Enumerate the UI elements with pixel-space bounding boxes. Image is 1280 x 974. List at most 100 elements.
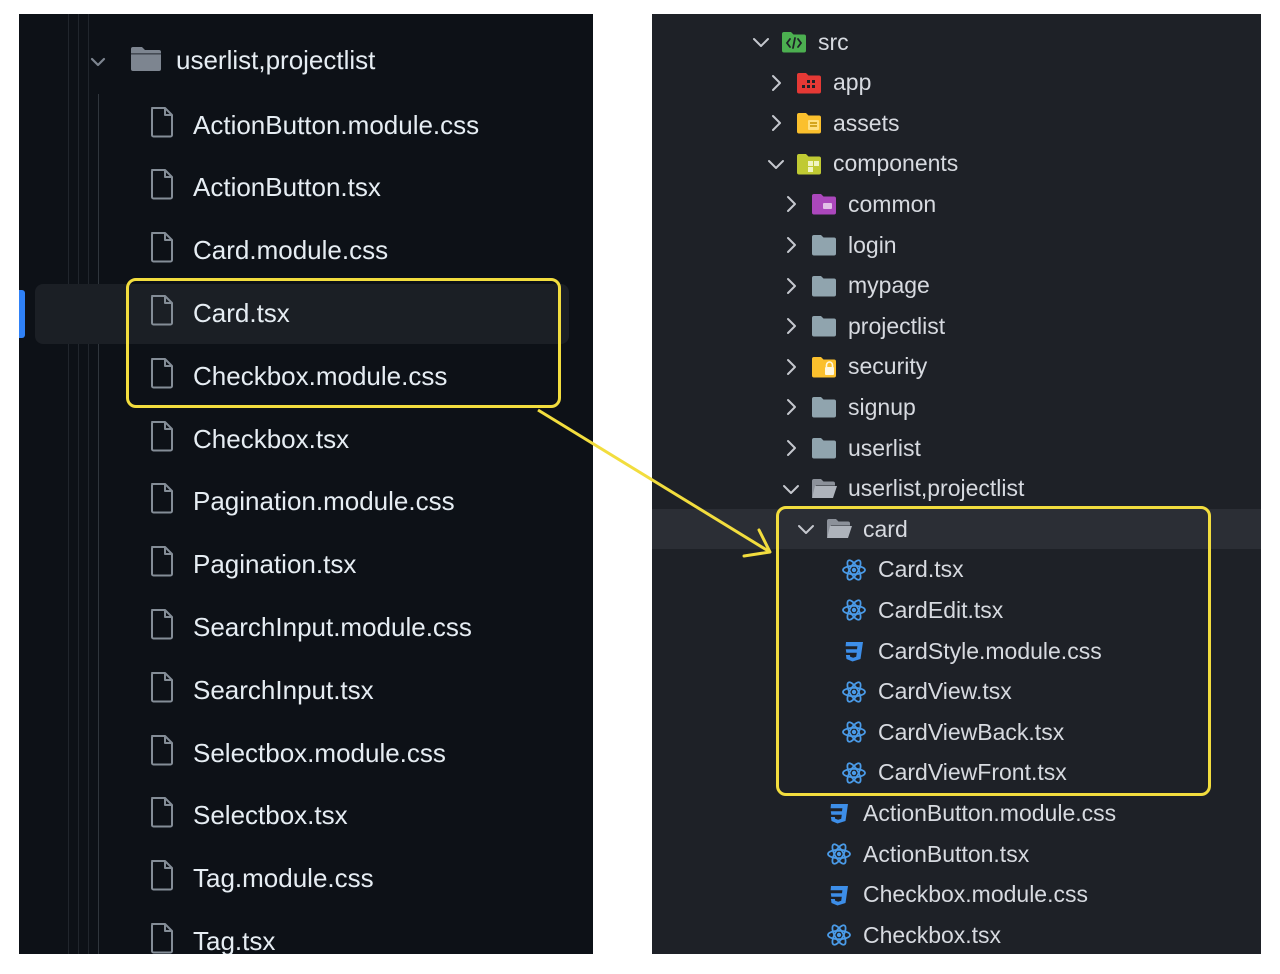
item-label: security [848,353,928,380]
file-icon [149,671,175,710]
folder-icon [810,436,838,460]
item-label: userlist [848,434,921,461]
file-label: SearchInput.module.css [193,611,472,642]
folder-row-src[interactable]: src [750,22,849,62]
assets-folder-icon [795,111,823,135]
file-label: Selectbox.tsx [193,800,348,831]
right-highlight-box [776,506,1211,796]
item-label: login [848,231,897,258]
components-folder-icon [795,152,823,176]
chevron-right-icon[interactable] [780,315,802,337]
folder-row-projectlist[interactable]: projectlist [780,306,945,346]
file-icon [149,420,175,459]
react-icon [825,842,853,866]
item-label: components [833,150,959,177]
file-row[interactable]: Pagination.module.css [149,477,455,527]
folder-row-userlist-projectlist[interactable]: userlist,projectlist [780,469,1024,509]
folder-row-security[interactable]: security [780,347,927,387]
chevron-down-icon[interactable] [765,153,787,175]
file-icon [149,734,175,773]
file-label: Pagination.tsx [193,549,357,580]
file-row[interactable]: ActionButton.tsx [825,834,1029,874]
file-label: Tag.tsx [193,925,276,954]
file-icon [149,859,175,898]
chevron-right-icon[interactable] [780,396,802,418]
open-folder-icon [810,477,838,501]
file-row[interactable]: Checkbox.tsx [825,915,1001,954]
item-label: mypage [848,272,930,299]
item-label: signup [848,393,916,420]
folder-row-login[interactable]: login [780,225,897,265]
folder-row-app[interactable]: app [765,63,871,103]
item-label: Checkbox.tsx [863,921,1002,948]
file-icon [149,231,175,270]
item-label: projectlist [848,312,946,339]
item-label: src [818,28,849,55]
file-row[interactable]: Tag.tsx [149,916,275,954]
file-label: Tag.module.css [193,863,374,894]
file-icon [149,922,175,954]
folder-row-common[interactable]: common [780,184,936,224]
chevron-down-icon[interactable] [750,31,772,53]
file-row[interactable]: Pagination.tsx [149,540,356,590]
item-label: Checkbox.module.css [863,881,1088,908]
folder-row-signup[interactable]: signup [780,387,916,427]
common-folder-icon [810,192,838,216]
react-icon [825,923,853,947]
chevron-right-icon[interactable] [765,72,787,94]
right-explorer-panel: src app assets components common login mypage p… [652,14,1261,954]
chevron-down-icon[interactable] [87,49,109,80]
folder-row-components[interactable]: components [765,144,958,184]
folder-label: userlist,projectlist [176,45,376,75]
chevron-down-icon[interactable] [780,478,802,500]
file-row[interactable]: Checkbox.module.css [825,875,1088,915]
folder-row-assets[interactable]: assets [765,103,899,143]
folder-row-userlist[interactable]: userlist [780,428,921,468]
chevron-right-icon[interactable] [780,437,802,459]
item-label: assets [833,109,900,136]
file-label: Checkbox.tsx [193,423,350,454]
file-label: Card.module.css [193,235,389,266]
left-highlight-box [126,278,561,408]
active-indicator [19,290,25,338]
item-label: ActionButton.tsx [863,840,1030,867]
src-folder-icon [780,30,808,54]
file-row[interactable]: SearchInput.tsx [149,665,374,715]
file-row[interactable]: ActionButton.module.css [149,100,479,150]
folder-icon [810,274,838,298]
folder-icon [810,314,838,338]
file-icon [149,106,175,145]
file-icon [149,168,175,207]
item-label: common [848,190,937,217]
chevron-right-icon[interactable] [780,193,802,215]
file-icon [149,608,175,647]
css-icon [825,883,853,907]
file-row[interactable]: Selectbox.tsx [149,791,348,841]
folder-row-mypage[interactable]: mypage [780,266,930,306]
folder-row-userlist-projectlist[interactable]: userlist,projectlist [19,36,579,86]
file-row[interactable]: SearchInput.module.css [149,602,472,652]
file-row[interactable]: Selectbox.module.css [149,728,446,778]
chevron-right-icon[interactable] [765,112,787,134]
security-folder-icon [810,355,838,379]
chevron-right-icon[interactable] [780,234,802,256]
file-label: SearchInput.tsx [193,674,374,705]
chevron-right-icon[interactable] [780,275,802,297]
file-icon [149,796,175,835]
folder-icon [810,395,838,419]
file-label: ActionButton.module.css [193,109,480,140]
file-row[interactable]: ActionButton.module.css [825,793,1116,833]
file-label: Pagination.module.css [193,486,455,517]
folder-icon [129,44,163,81]
chevron-right-icon[interactable] [780,356,802,378]
file-row[interactable]: ActionButton.tsx [149,163,381,213]
file-icon [149,545,175,584]
file-label: Selectbox.module.css [193,737,446,768]
file-row[interactable]: Tag.module.css [149,854,374,904]
file-row[interactable]: Checkbox.tsx [149,414,349,464]
file-row[interactable]: Card.module.css [149,226,388,276]
item-label: userlist,projectlist [848,475,1025,502]
left-file-tree-panel: userlist,projectlist ActionButton.module… [19,14,593,954]
app-folder-icon [795,71,823,95]
folder-icon [810,233,838,257]
